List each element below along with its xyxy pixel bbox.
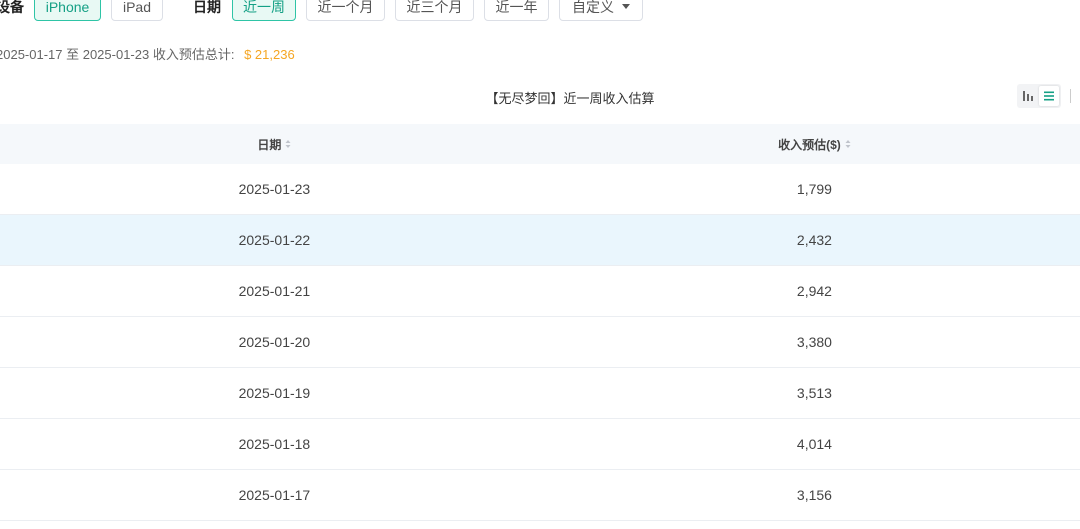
filter-bar: 设备 iPhone iPad 日期 近一周 近一个月 近三个月 近一年 自定义 (0, 0, 653, 22)
custom-range-label: 自定义 (572, 0, 614, 15)
date-cell: 2025-01-17 (238, 487, 311, 503)
table-row: 2025-01-22 2,432 (0, 215, 1080, 266)
date-cell: 2025-01-18 (238, 436, 311, 452)
range-week-button[interactable]: 近一周 (232, 0, 296, 21)
date-column-header[interactable]: 日期 (0, 136, 549, 153)
table-row: 2025-01-21 2,942 (0, 266, 1080, 317)
caret-down-icon (622, 4, 630, 9)
chart-title: 【无尽梦回】近一周收入估算 (485, 91, 655, 106)
date-header-label: 日期 (257, 137, 282, 152)
date-cell: 2025-01-20 (238, 334, 311, 350)
range-month-button[interactable]: 近一个月 (306, 0, 385, 21)
table-header: 日期 收入预估($) (0, 124, 1080, 164)
sort-icon[interactable] (285, 139, 291, 149)
revenue-cell: 2,942 (796, 283, 832, 299)
date-cell: 2025-01-23 (238, 181, 311, 197)
toolbar-divider (1070, 89, 1071, 103)
revenue-cell: 3,513 (796, 385, 832, 401)
table-row: 2025-01-18 4,014 (0, 419, 1080, 470)
revenue-cell: 1,799 (796, 181, 832, 197)
summary-total: $ 21,236 (244, 47, 295, 62)
revenue-cell: 3,380 (796, 334, 832, 350)
chart-view-button[interactable] (1019, 86, 1039, 106)
revenue-table: 日期 收入预估($) 2025-01-23 1,799 2025-01-22 2… (0, 124, 1080, 521)
summary-text: 2025-01-17 至 2025-01-23 收入预估总计: (0, 47, 235, 62)
device-ipad-button[interactable]: iPad (111, 0, 163, 21)
bar-chart-icon (1023, 91, 1033, 101)
date-cell: 2025-01-19 (238, 385, 311, 401)
sort-icon[interactable] (845, 139, 851, 149)
table-row: 2025-01-19 3,513 (0, 368, 1080, 419)
revenue-summary: 2025-01-17 至 2025-01-23 收入预估总计: $ 21,236 (0, 44, 295, 63)
table-row: 2025-01-23 1,799 (0, 164, 1080, 215)
range-year-button[interactable]: 近一年 (484, 0, 549, 21)
range-quarter-button[interactable]: 近三个月 (395, 0, 474, 21)
revenue-cell: 3,156 (796, 487, 832, 503)
table-row: 2025-01-20 3,380 (0, 317, 1080, 368)
custom-range-dropdown[interactable]: 自定义 (559, 0, 643, 21)
revenue-cell: 4,014 (796, 436, 832, 452)
view-toggle (1017, 84, 1071, 108)
table-view-button[interactable] (1039, 86, 1059, 106)
view-toggle-group (1017, 84, 1061, 108)
revenue-cell: 2,432 (796, 232, 832, 248)
device-label: 设备 (0, 0, 24, 15)
table-row: 2025-01-17 3,156 (0, 470, 1080, 521)
revenue-column-header[interactable]: 收入预估($) (549, 136, 1080, 153)
date-cell: 2025-01-22 (238, 232, 311, 248)
list-icon (1044, 91, 1054, 101)
date-cell: 2025-01-21 (238, 283, 311, 299)
revenue-header-label: 收入预估($) (778, 137, 841, 152)
date-label: 日期 (193, 0, 221, 15)
device-iphone-button[interactable]: iPhone (34, 0, 101, 21)
